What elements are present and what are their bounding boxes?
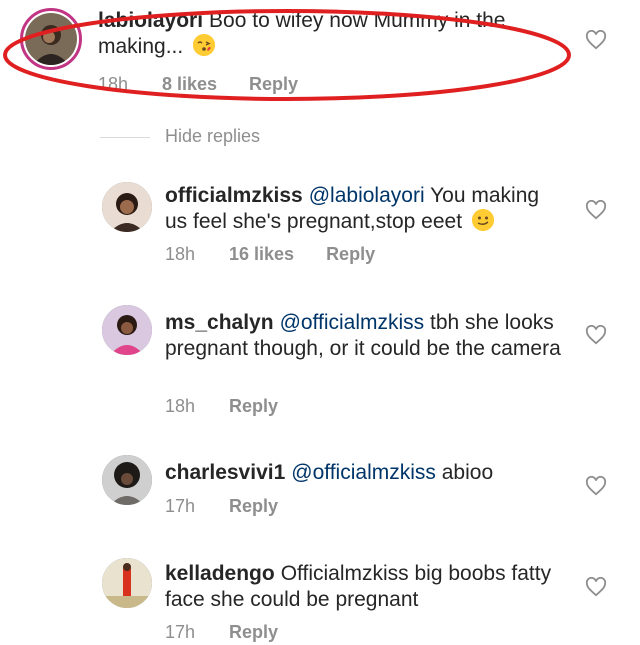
comment-time: 18h	[165, 396, 196, 416]
comment-time: 18h	[165, 244, 196, 264]
comment-username[interactable]: charlesvivi1	[165, 461, 285, 484]
hide-replies-divider	[100, 137, 150, 138]
kissing-face-emoji-icon	[193, 34, 216, 56]
comment-body: ms_chalyn @officialmzkiss tbh she looks p…	[165, 310, 565, 362]
comment-meta: 18h Reply	[165, 396, 278, 417]
comment-meta: 18h 8 likes Reply	[98, 74, 298, 95]
like-heart-icon[interactable]	[585, 200, 607, 220]
avatar[interactable]	[102, 558, 152, 608]
comment-time: 17h	[165, 496, 196, 516]
comment-body: labiolayori Boo to wifey now Mummy in the…	[98, 8, 538, 60]
comment-meta: 18h 16 likes Reply	[165, 244, 375, 265]
avatar-photo	[25, 13, 77, 65]
comment-body: officialmzkiss @labiolayori You making us…	[165, 183, 565, 235]
like-heart-icon[interactable]	[585, 476, 607, 496]
reply-button[interactable]: Reply	[326, 244, 375, 265]
comment-time: 17h	[165, 622, 196, 642]
reply-button[interactable]: Reply	[229, 496, 278, 517]
avatar[interactable]	[102, 182, 152, 232]
avatar[interactable]	[102, 305, 152, 355]
comment-mention[interactable]: @officialmzkiss	[280, 311, 425, 334]
comment-time: 18h	[98, 74, 129, 94]
like-heart-icon[interactable]	[585, 30, 607, 50]
comment-body: charlesvivi1 @officialmzkiss abioo	[165, 460, 565, 486]
like-heart-icon[interactable]	[585, 577, 607, 597]
avatar[interactable]	[102, 455, 152, 505]
comment-likes[interactable]: 16 likes	[229, 244, 294, 265]
avatar-photo	[102, 455, 152, 505]
slightly-smiling-face-emoji-icon	[471, 209, 494, 231]
comment-text: abioo	[441, 461, 494, 484]
comment-meta: 17h Reply	[165, 622, 278, 643]
comment-username[interactable]: kelladengo	[165, 562, 275, 585]
reply-button[interactable]: Reply	[229, 622, 278, 643]
avatar-photo	[102, 558, 152, 608]
reply-button[interactable]: Reply	[249, 74, 298, 95]
comment-meta: 17h Reply	[165, 496, 278, 517]
avatar[interactable]	[20, 8, 82, 70]
comment-body: kelladengo Officialmzkiss big boobs fatty…	[165, 561, 565, 613]
comment-username[interactable]: labiolayori	[98, 9, 203, 32]
reply-button[interactable]: Reply	[229, 396, 278, 417]
like-heart-icon[interactable]	[585, 325, 607, 345]
comment-likes[interactable]: 8 likes	[162, 74, 217, 95]
comment-mention[interactable]: @labiolayori	[309, 184, 425, 207]
avatar-photo	[102, 182, 152, 232]
comment-mention[interactable]: @officialmzkiss	[291, 461, 436, 484]
comment-username[interactable]: ms_chalyn	[165, 311, 274, 334]
comment-username[interactable]: officialmzkiss	[165, 184, 303, 207]
avatar-photo	[102, 305, 152, 355]
hide-replies-button[interactable]: Hide replies	[165, 126, 260, 147]
